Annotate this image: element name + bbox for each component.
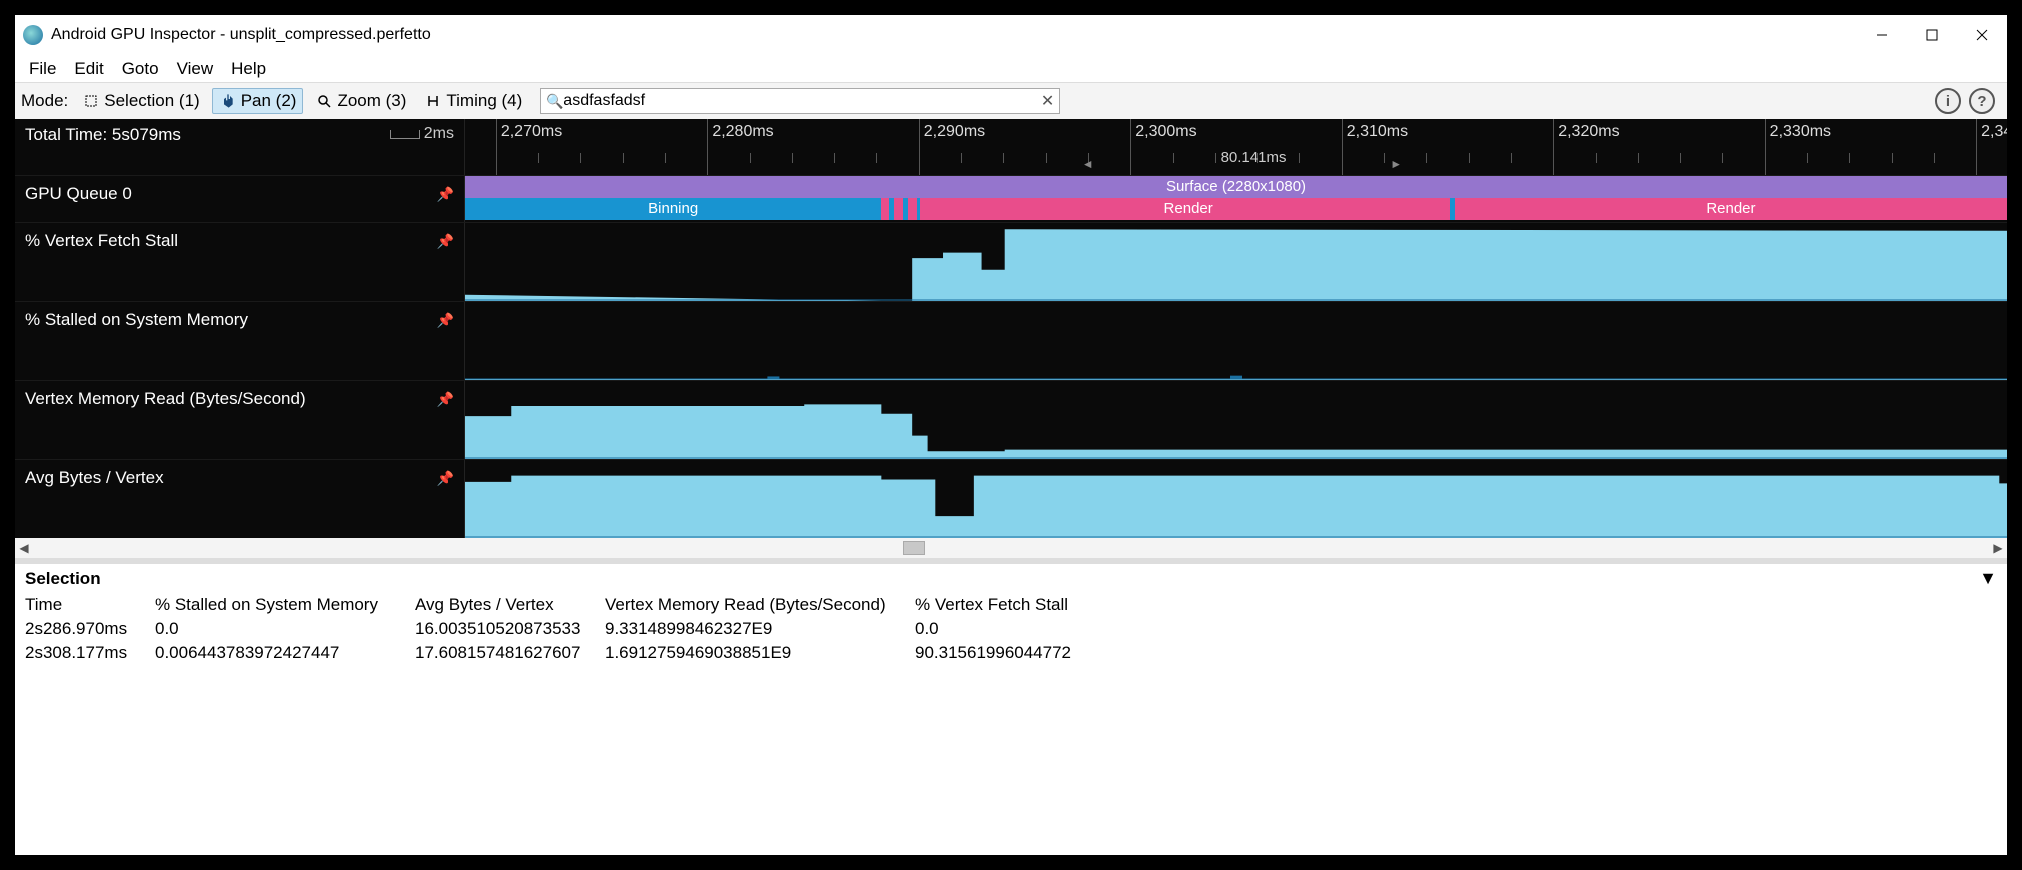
gpu-segment[interactable]: Render <box>1455 198 2007 220</box>
table-cell: 0.0 <box>911 619 1131 639</box>
track-vfs: % Vertex Fetch Stall📌 <box>15 222 2007 301</box>
mode-selection[interactable]: Selection (1) <box>76 89 205 113</box>
gpu-segment[interactable] <box>894 198 903 220</box>
table-cell: 9.33148998462327E9 <box>601 619 911 639</box>
toolbar: Mode: Selection (1) Pan (2) Zoom (3) Tim… <box>15 83 2007 119</box>
pin-icon[interactable]: 📌 <box>437 186 454 203</box>
table-cell: 2s308.177ms <box>21 643 151 663</box>
timing-icon <box>424 92 442 110</box>
ruler-tick-label: 2,280ms <box>712 123 773 141</box>
selection-panel: Selection ▼ Time% Stalled on System Memo… <box>15 564 2007 665</box>
metric-label: Vertex Memory Read (Bytes/Second) <box>25 389 437 409</box>
table-cell: 2s286.970ms <box>21 619 151 639</box>
mode-timing[interactable]: Timing (4) <box>418 89 528 113</box>
gpu-segment[interactable]: Render <box>926 198 1450 220</box>
gpu-segment[interactable] <box>881 198 889 220</box>
selection-title: Selection <box>25 569 101 589</box>
menu-goto[interactable]: Goto <box>114 57 167 81</box>
span-duration-label: 80.141ms <box>1221 149 1287 166</box>
mode-pan[interactable]: Pan (2) <box>212 88 304 114</box>
zoom-icon <box>315 92 333 110</box>
metric-chart[interactable] <box>465 302 2007 380</box>
metric-label: % Stalled on System Memory <box>25 310 437 330</box>
column-header[interactable]: Vertex Memory Read (Bytes/Second) <box>601 595 911 615</box>
horizontal-scrollbar[interactable]: ◀ ▶ <box>15 538 2007 558</box>
pin-icon[interactable]: 📌 <box>437 233 454 250</box>
selection-icon <box>82 92 100 110</box>
table-cell: 90.31561996044772 <box>911 643 1131 663</box>
metric-label: % Vertex Fetch Stall <box>25 231 437 251</box>
menu-edit[interactable]: Edit <box>66 57 111 81</box>
scroll-left-icon[interactable]: ◀ <box>15 541 33 555</box>
ruler-tick-label: 2,330ms <box>1770 123 1831 141</box>
column-header[interactable]: Avg Bytes / Vertex <box>411 595 601 615</box>
ruler-tick-label: 2,270ms <box>501 123 562 141</box>
window-controls <box>1857 15 2007 55</box>
mode-zoom[interactable]: Zoom (3) <box>309 89 412 113</box>
gpu-segments[interactable]: Binning RenderRender <box>465 198 2007 220</box>
mode-timing-label: Timing (4) <box>446 91 522 111</box>
table-row[interactable]: 2s308.177ms0.00644378397242744717.608157… <box>15 641 2007 665</box>
track-gpu-queue: GPU Queue 0 📌 Surface (2280x1080) Binnin… <box>15 175 2007 222</box>
metric-chart[interactable] <box>465 223 2007 301</box>
selection-table: Time% Stalled on System MemoryAvg Bytes … <box>15 593 2007 665</box>
time-ruler[interactable]: 2,270ms 2,280ms 2,290ms 2,300ms 2,310ms 2,320… <box>465 119 2007 175</box>
mode-pan-label: Pan (2) <box>241 91 297 111</box>
app-icon <box>23 25 43 45</box>
help-button[interactable]: ? <box>1969 88 1995 114</box>
table-row[interactable]: 2s286.970ms0.016.0035105208735339.331489… <box>15 617 2007 641</box>
pin-icon[interactable]: 📌 <box>437 391 454 408</box>
metric-label: Avg Bytes / Vertex <box>25 468 437 488</box>
mini-scale: 2ms <box>390 125 454 143</box>
table-cell: 16.003510520873533 <box>411 619 601 639</box>
titlebar: Android GPU Inspector - unsplit_compress… <box>15 15 2007 55</box>
table-cell: 0.0 <box>151 619 411 639</box>
column-header[interactable]: % Stalled on System Memory <box>151 595 411 615</box>
maximize-button[interactable] <box>1907 15 1957 55</box>
table-cell: 0.006443783972427447 <box>151 643 411 663</box>
collapse-icon[interactable]: ▼ <box>1979 568 1997 589</box>
timeline: Total Time: 5s079ms 2ms 2,270ms2,280ms2,… <box>15 119 2007 538</box>
ruler-tick-label: 2,340ms <box>1981 123 2007 141</box>
scrollbar-thumb[interactable] <box>903 541 925 555</box>
ruler-tick-label: 2,310ms <box>1347 123 1408 141</box>
mode-label: Mode: <box>21 91 68 111</box>
track-abv: Avg Bytes / Vertex📌 <box>15 459 2007 538</box>
menu-help[interactable]: Help <box>223 57 274 81</box>
mode-selection-label: Selection (1) <box>104 91 199 111</box>
pan-icon <box>219 92 237 110</box>
window-title: Android GPU Inspector - unsplit_compress… <box>51 26 1857 44</box>
metric-chart[interactable] <box>465 460 2007 538</box>
info-button[interactable]: i <box>1935 88 1961 114</box>
menubar: File Edit Goto View Help <box>15 55 2007 83</box>
search-input[interactable] <box>540 88 1060 114</box>
menu-file[interactable]: File <box>21 57 64 81</box>
ruler-tick-label: 2,300ms <box>1135 123 1196 141</box>
table-cell: 1.6912759469038851E9 <box>601 643 911 663</box>
table-cell: 17.608157481627607 <box>411 643 601 663</box>
search-clear-icon[interactable]: ✕ <box>1041 91 1054 111</box>
track-ssm: % Stalled on System Memory📌 <box>15 301 2007 380</box>
column-header[interactable]: Time <box>21 595 151 615</box>
close-button[interactable] <box>1957 15 2007 55</box>
scroll-right-icon[interactable]: ▶ <box>1989 541 2007 555</box>
surface-bar[interactable]: Surface (2280x1080) <box>465 176 2007 198</box>
menu-view[interactable]: View <box>169 57 222 81</box>
pin-icon[interactable]: 📌 <box>437 470 454 487</box>
metric-chart[interactable] <box>465 381 2007 459</box>
mode-zoom-label: Zoom (3) <box>337 91 406 111</box>
column-header[interactable]: % Vertex Fetch Stall <box>911 595 1131 615</box>
search-box: 🔍 ✕ <box>540 88 1060 114</box>
total-time-label: Total Time: 5s079ms <box>25 125 390 145</box>
ruler-tick-label: 2,320ms <box>1558 123 1619 141</box>
track-vmr: Vertex Memory Read (Bytes/Second)📌 <box>15 380 2007 459</box>
gpu-queue-label: GPU Queue 0 <box>25 184 437 204</box>
gpu-segment[interactable] <box>908 198 917 220</box>
gpu-segment[interactable]: Binning <box>465 198 881 220</box>
pin-icon[interactable]: 📌 <box>437 312 454 329</box>
ruler-tick-label: 2,290ms <box>924 123 985 141</box>
minimize-button[interactable] <box>1857 15 1907 55</box>
